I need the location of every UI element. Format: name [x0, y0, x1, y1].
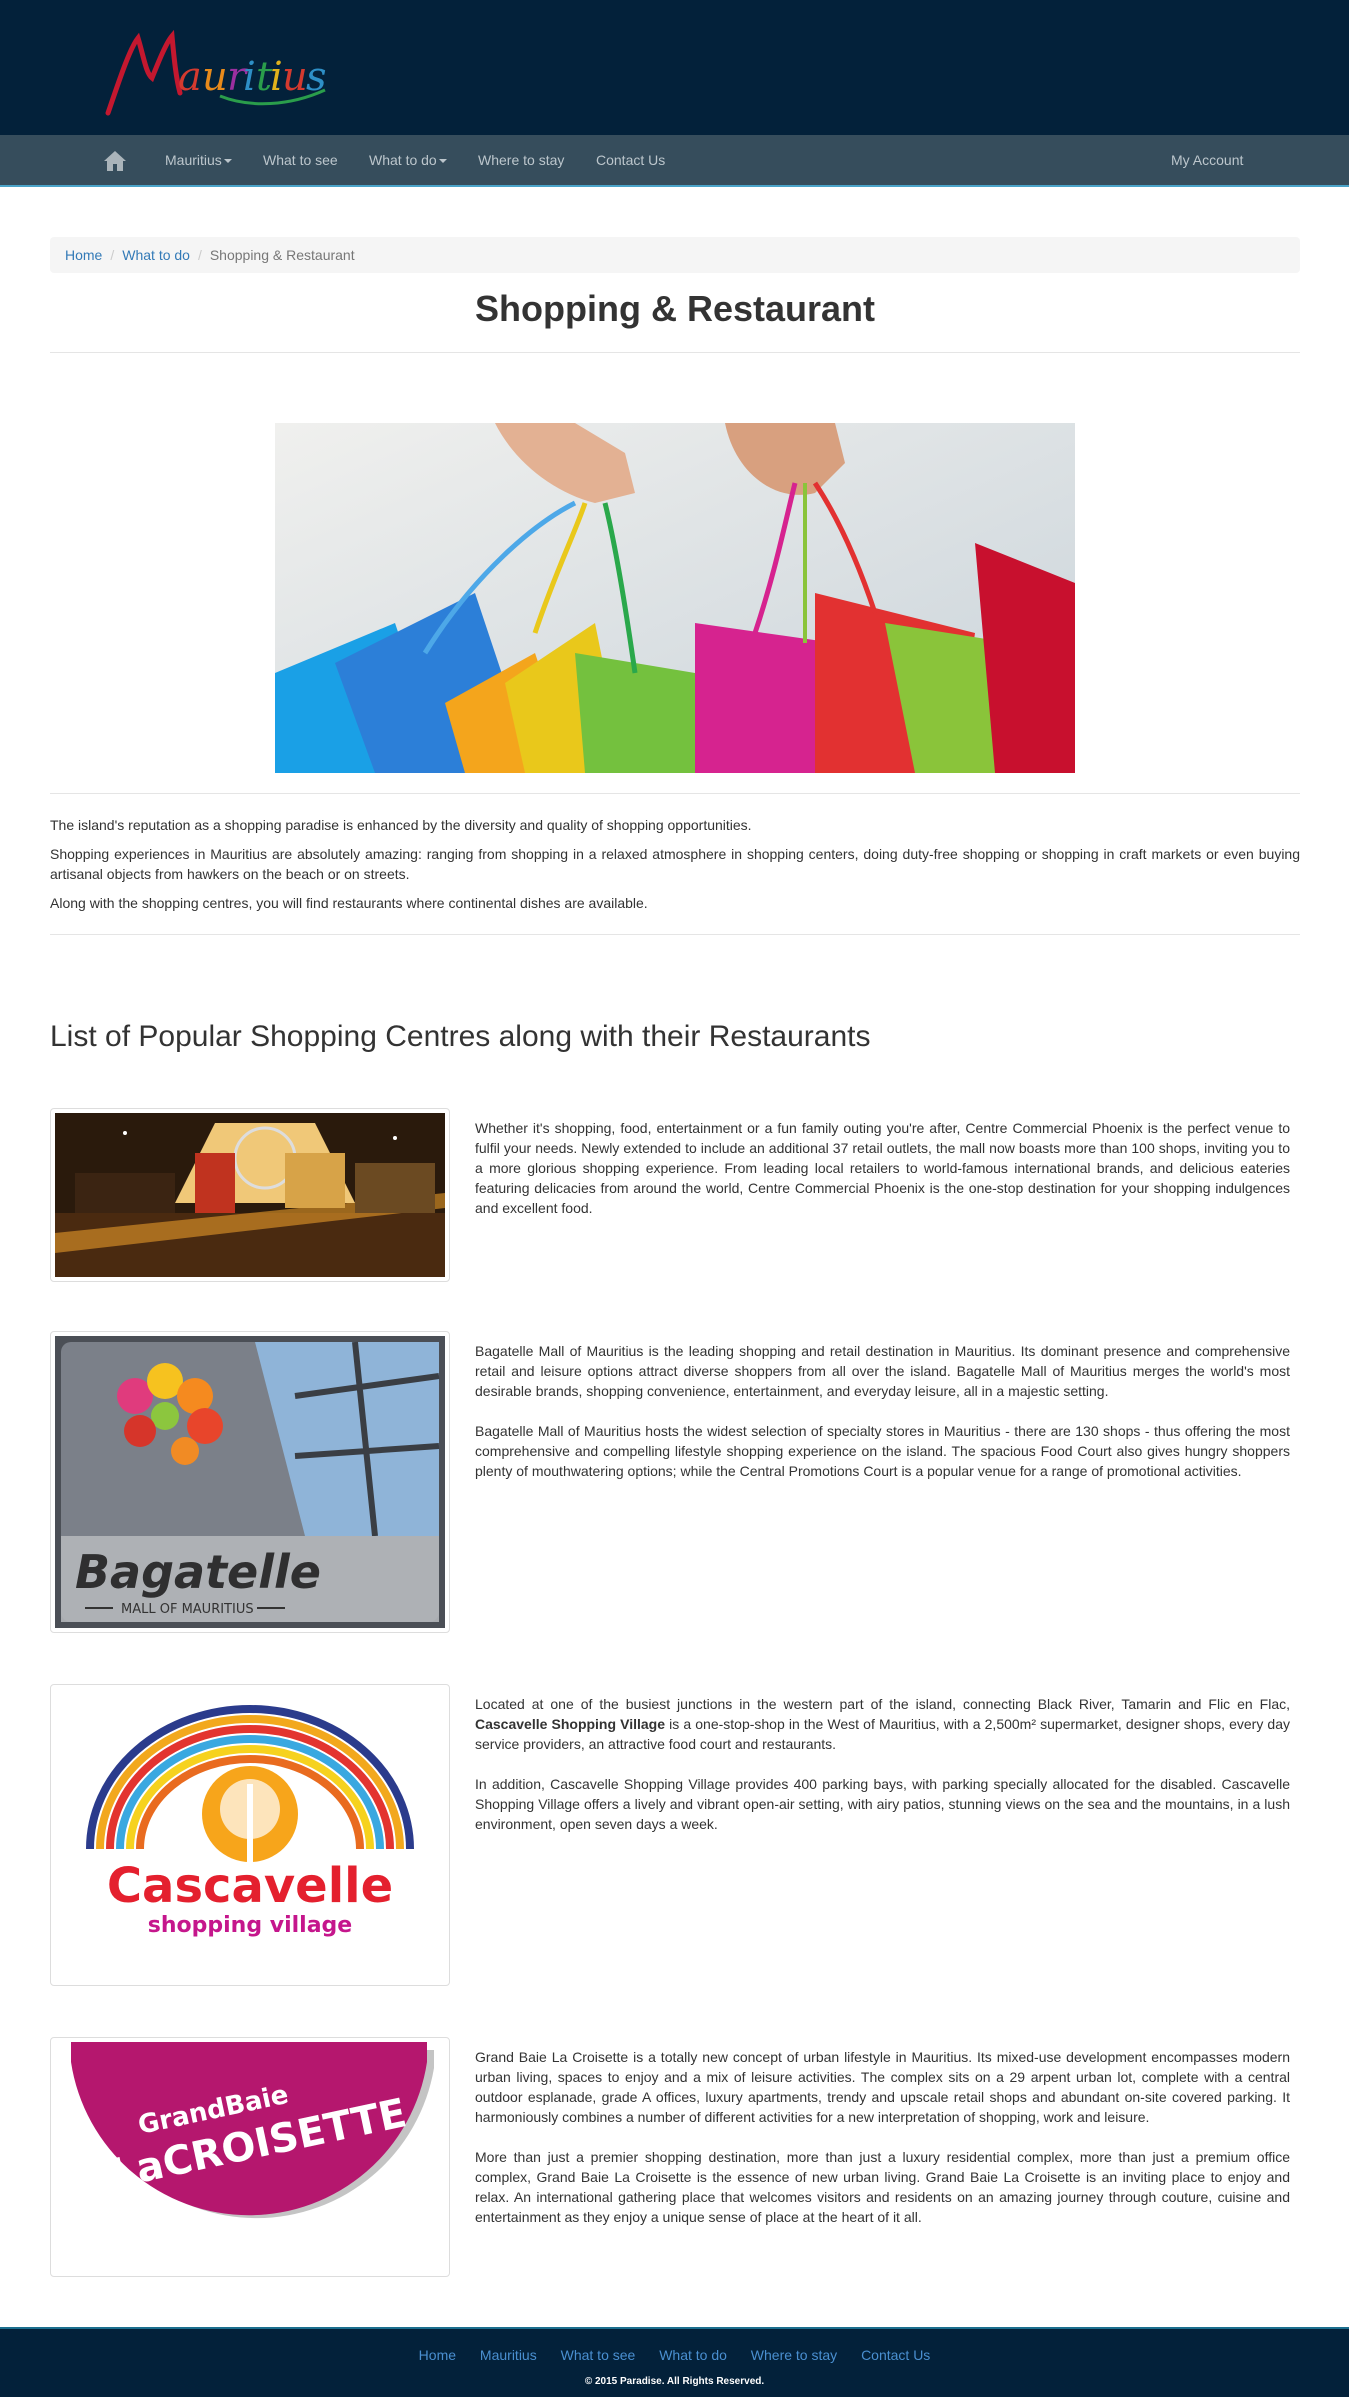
bagatelle-paragraph: Bagatelle Mall of Mauritius is the leadi… — [475, 1343, 1290, 1399]
cascavelle-logo-sub: shopping village — [148, 1913, 352, 1938]
nav-mauritius[interactable]: Mauritius — [165, 135, 232, 185]
divider — [50, 934, 1300, 935]
breadcrumb: Home / What to do / Shopping & Restaurant — [50, 237, 1300, 273]
cascavelle-logo-text: Cascavelle — [107, 1858, 393, 1914]
divider — [50, 793, 1300, 794]
intro-text: The island's reputation as a shopping pa… — [50, 815, 1300, 922]
nav-my-account[interactable]: My Account — [1171, 135, 1243, 185]
footer-link-home[interactable]: Home — [419, 2347, 456, 2363]
svg-text:u: u — [202, 54, 228, 100]
intro-paragraph: The island's reputation as a shopping pa… — [50, 817, 752, 833]
svg-text:a: a — [178, 54, 202, 100]
breadcrumb-what-to-do[interactable]: What to do — [122, 247, 190, 263]
cascavelle-image[interactable]: Cascavelle shopping village — [50, 1684, 450, 1986]
croisette-paragraph: More than just a premier shopping destin… — [475, 2149, 1290, 2225]
home-icon[interactable] — [103, 150, 127, 172]
intro-paragraph: Shopping experiences in Mauritius are ab… — [50, 846, 1300, 882]
bagatelle-logo-text: Bagatelle — [75, 1545, 321, 1599]
phoenix-paragraph: Whether it's shopping, food, entertainme… — [475, 1120, 1290, 1216]
nav-what-to-see[interactable]: What to see — [263, 135, 338, 185]
cascavelle-description: Located at one of the busiest junctions … — [475, 1694, 1290, 1854]
bagatelle-description: Bagatelle Mall of Mauritius is the leadi… — [475, 1341, 1290, 1501]
phoenix-description: Whether it's shopping, food, entertainme… — [475, 1118, 1290, 1238]
page-title: Shopping & Restaurant — [474, 288, 875, 329]
section-title: List of Popular Shopping Centres along w… — [50, 1020, 871, 1053]
caret-down-icon — [223, 159, 232, 164]
cascavelle-text-part: Located at one of the busiest junctions … — [475, 1696, 1290, 1712]
site-footer: Home Mauritius What to see What to do Wh… — [0, 2327, 1349, 2397]
cascavelle-name-bold: Cascavelle Shopping Village — [475, 1716, 666, 1732]
breadcrumb-separator: / — [110, 247, 115, 263]
nav-contact-us[interactable]: Contact Us — [596, 135, 665, 185]
footer-link-what-to-see[interactable]: What to see — [561, 2347, 636, 2363]
footer-link-what-to-do[interactable]: What to do — [659, 2347, 727, 2363]
caret-down-icon — [438, 159, 447, 164]
bagatelle-logo-sub: MALL OF MAURITIUS — [121, 1602, 254, 1617]
breadcrumb-separator: / — [197, 247, 202, 263]
mauritius-logo[interactable]: a u r i t i u s — [100, 18, 330, 118]
nav-what-to-do-label: What to do — [369, 152, 437, 168]
breadcrumb-current: Shopping & Restaurant — [209, 247, 355, 263]
footer-link-contact-us[interactable]: Contact Us — [861, 2347, 930, 2363]
cascavelle-paragraph: Located at one of the busiest junctions … — [475, 1694, 1290, 1754]
croisette-description: Grand Baie La Croisette is a totally new… — [475, 2047, 1290, 2247]
croisette-image[interactable]: GrandBaie LaCROISETTE — [50, 2037, 450, 2277]
divider — [50, 352, 1300, 353]
footer-link-mauritius[interactable]: Mauritius — [480, 2347, 537, 2363]
breadcrumb-home[interactable]: Home — [65, 247, 102, 263]
footer-link-where-to-stay[interactable]: Where to stay — [751, 2347, 837, 2363]
bagatelle-image[interactable]: Bagatelle MALL OF MAURITIUS — [50, 1331, 450, 1633]
shopping-bags-image — [275, 423, 1075, 773]
copyright: © 2015 Paradise. All Rights Reserved. — [584, 2376, 765, 2387]
intro-paragraph: Along with the shopping centres, you wil… — [50, 895, 648, 911]
site-header: a u r i t i u s — [0, 0, 1349, 135]
phoenix-image[interactable] — [50, 1108, 450, 1282]
nav-mauritius-label: Mauritius — [165, 152, 222, 168]
cascavelle-paragraph: In addition, Cascavelle Shopping Village… — [475, 1776, 1290, 1832]
croisette-paragraph: Grand Baie La Croisette is a totally new… — [475, 2049, 1290, 2125]
svg-text:i: i — [270, 54, 283, 100]
bagatelle-paragraph: Bagatelle Mall of Mauritius hosts the wi… — [475, 1423, 1290, 1479]
nav-what-to-do[interactable]: What to do — [369, 135, 447, 185]
svg-text:u: u — [282, 54, 308, 100]
main-nav: Mauritius What to see What to do Where t… — [0, 135, 1349, 187]
svg-text:i: i — [243, 54, 256, 100]
nav-where-to-stay[interactable]: Where to stay — [478, 135, 564, 185]
footer-links: Home Mauritius What to see What to do Wh… — [0, 2347, 1349, 2363]
